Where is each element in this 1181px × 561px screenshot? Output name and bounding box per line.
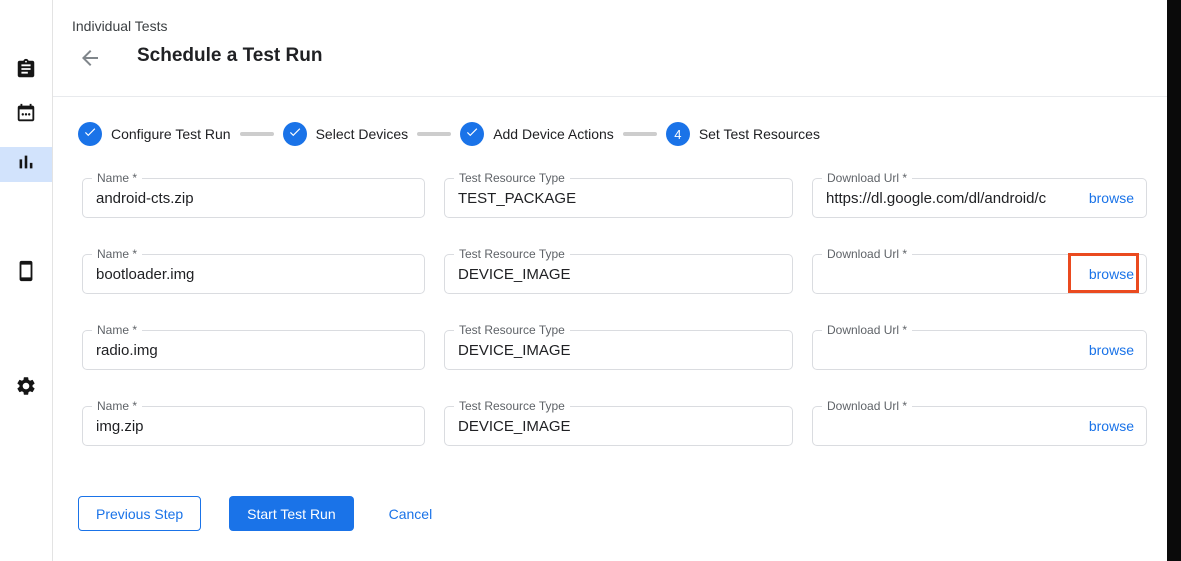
sidebar-item-tests[interactable] — [0, 54, 52, 89]
action-bar: Previous Step Start Test Run Cancel — [78, 496, 432, 531]
sidebar-item-settings[interactable] — [0, 371, 52, 406]
step-add-device-actions[interactable]: Add Device Actions — [460, 122, 614, 146]
header-divider — [53, 96, 1181, 97]
check-icon — [288, 125, 302, 144]
screen-edge-black-band — [1167, 0, 1181, 561]
field-value: TEST_PACKAGE — [458, 179, 780, 217]
stepper: Configure Test Run Select Devices Add De… — [78, 122, 820, 146]
smartphone-icon — [15, 260, 37, 287]
step-label: Configure Test Run — [111, 126, 231, 142]
step-select-devices[interactable]: Select Devices — [283, 122, 409, 146]
step-4-circle: 4 — [666, 122, 690, 146]
test-resources-form: Name * android-cts.zip Test Resource Typ… — [82, 178, 1148, 446]
step-3-circle — [460, 122, 484, 146]
field-value: DEVICE_IMAGE — [458, 407, 780, 445]
field-value: DEVICE_IMAGE — [458, 255, 780, 293]
sidebar — [0, 0, 53, 561]
field-value: radio.img — [96, 331, 412, 369]
url-field-row-1[interactable]: Download Url * https://dl.google.com/dl/… — [812, 178, 1147, 218]
check-icon — [83, 125, 97, 144]
gear-icon — [15, 375, 37, 402]
back-button[interactable] — [78, 46, 102, 70]
url-field-row-2[interactable]: Download Url * browse — [812, 254, 1147, 294]
name-field-row-1[interactable]: Name * android-cts.zip — [82, 178, 425, 218]
name-field-row-4[interactable]: Name * img.zip — [82, 406, 425, 446]
cancel-button[interactable]: Cancel — [389, 496, 433, 531]
bar-chart-icon — [15, 151, 37, 178]
step-number: 4 — [674, 127, 681, 142]
clipboard-icon — [15, 58, 37, 85]
name-field-row-2[interactable]: Name * bootloader.img — [82, 254, 425, 294]
sidebar-item-test-runs[interactable] — [0, 147, 52, 182]
calendar-icon — [15, 102, 37, 129]
step-configure-test-run[interactable]: Configure Test Run — [78, 122, 231, 146]
type-field-row-3[interactable]: Test Resource Type DEVICE_IMAGE — [444, 330, 793, 370]
arrow-back-icon — [78, 57, 102, 74]
start-test-run-button[interactable]: Start Test Run — [229, 496, 353, 531]
step-label: Select Devices — [316, 126, 409, 142]
type-field-row-4[interactable]: Test Resource Type DEVICE_IMAGE — [444, 406, 793, 446]
previous-step-button[interactable]: Previous Step — [78, 496, 201, 531]
browse-link[interactable]: browse — [1089, 418, 1134, 434]
step-set-test-resources[interactable]: 4 Set Test Resources — [666, 122, 820, 146]
browse-link[interactable]: browse — [1089, 342, 1134, 358]
step-connector — [623, 132, 657, 136]
step-connector — [240, 132, 274, 136]
field-value: img.zip — [96, 407, 412, 445]
breadcrumb: Individual Tests — [72, 18, 167, 34]
check-icon — [465, 125, 479, 144]
field-value: DEVICE_IMAGE — [458, 331, 780, 369]
sidebar-item-plans[interactable] — [0, 98, 52, 133]
step-label: Set Test Resources — [699, 126, 820, 142]
field-value: android-cts.zip — [96, 179, 412, 217]
url-field-row-4[interactable]: Download Url * browse — [812, 406, 1147, 446]
step-2-circle — [283, 122, 307, 146]
type-field-row-2[interactable]: Test Resource Type DEVICE_IMAGE — [444, 254, 793, 294]
browse-link[interactable]: browse — [1089, 266, 1134, 282]
step-1-circle — [78, 122, 102, 146]
step-connector — [417, 132, 451, 136]
type-field-row-1[interactable]: Test Resource Type TEST_PACKAGE — [444, 178, 793, 218]
page-title: Schedule a Test Run — [137, 45, 322, 67]
step-label: Add Device Actions — [493, 126, 614, 142]
sidebar-item-devices[interactable] — [0, 256, 52, 291]
field-value: bootloader.img — [96, 255, 412, 293]
url-field-row-3[interactable]: Download Url * browse — [812, 330, 1147, 370]
browse-link[interactable]: browse — [1089, 190, 1134, 206]
name-field-row-3[interactable]: Name * radio.img — [82, 330, 425, 370]
url-value: https://dl.google.com/dl/android/c — [826, 190, 1081, 207]
